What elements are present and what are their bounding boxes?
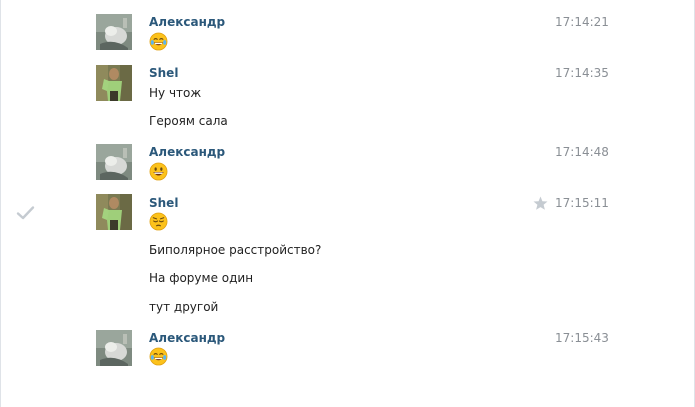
message-text: Ну чтож [149, 86, 202, 100]
message-author[interactable]: Shel [149, 65, 178, 81]
pensive-face-emoji [149, 212, 168, 231]
star-icon[interactable] [533, 196, 548, 211]
message-text: Биполярное расстройство? [149, 243, 322, 257]
grinning-face-emoji [149, 162, 168, 181]
message-timestamp: 17:14:21 [555, 15, 609, 29]
avatar-shel[interactable] [96, 65, 132, 101]
message-text: На форуме один [149, 271, 254, 285]
message-item[interactable]: Александр 17:15:43 [1, 325, 694, 385]
check-icon[interactable] [16, 205, 35, 221]
avatar-aleksandr[interactable] [96, 14, 132, 50]
message-item[interactable]: Александр 17:14:48 [1, 140, 694, 190]
message-author[interactable]: Александр [149, 14, 225, 30]
avatar-aleksandr[interactable] [96, 144, 132, 180]
message-history: Александр 17:14:21 Shel 17:14:35 Ну чтож… [0, 0, 695, 407]
avatar-aleksandr[interactable] [96, 330, 132, 366]
message-timestamp: 17:15:43 [555, 331, 609, 345]
message-text: тут другой [149, 300, 219, 314]
message-item[interactable]: Александр 17:14:21 [1, 0, 694, 60]
avatar-shel[interactable] [96, 194, 132, 230]
message-timestamp: 17:14:35 [555, 66, 609, 80]
message-item[interactable]: Shel 17:15:11 Биполярное расстройство? Н… [1, 190, 694, 325]
face-with-tears-of-joy-emoji [149, 347, 168, 366]
message-author[interactable]: Shel [149, 195, 178, 211]
message-text: Героям сала [149, 114, 228, 128]
face-with-tears-of-joy-emoji [149, 32, 168, 51]
message-item[interactable]: Shel 17:14:35 Ну чтож Героям сала [1, 60, 694, 140]
message-timestamp: 17:14:48 [555, 145, 609, 159]
message-author[interactable]: Александр [149, 330, 225, 346]
message-author[interactable]: Александр [149, 144, 225, 160]
message-timestamp: 17:15:11 [555, 196, 609, 210]
